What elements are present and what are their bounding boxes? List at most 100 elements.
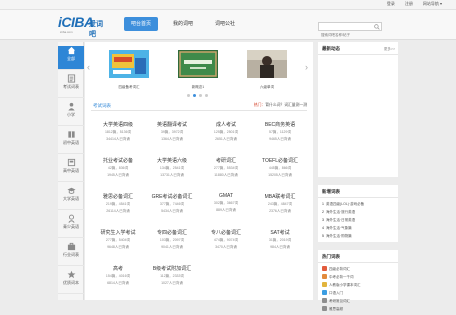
hotlist-item[interactable]: 四级必背词汇 <box>322 265 394 273</box>
card-meta: 6814人已背诵 <box>107 281 129 285</box>
wordlist-card[interactable]: 成人考试 125篇，2501词 2651人已背诵 <box>199 114 253 150</box>
card-meta: 9648人已背诵 <box>107 245 129 249</box>
nav-home[interactable]: 吧台首页 <box>124 17 159 31</box>
card-name: MBA联考词汇 <box>264 194 296 200</box>
sidebar-item-youth[interactable]: 青少英语 <box>58 214 84 238</box>
carousel-slide[interactable]: 四级备考词汇 <box>109 50 149 90</box>
sidebar-item-label: 大学英语 <box>63 196 79 201</box>
hotlist-item[interactable]: 人教版小学课本词汇 <box>322 281 394 289</box>
search-icon[interactable] <box>374 24 380 30</box>
carousel-dots <box>187 94 208 97</box>
card-name: 考研词汇 <box>215 158 236 164</box>
newlist-item[interactable]: 4 海外生活·气象篇 <box>322 224 394 232</box>
wordlist-card[interactable]: 研究生入学考试 277篇，5404词 9648人已背诵 <box>91 222 145 258</box>
wordlist-card[interactable]: 高考 154篇，4016词 6814人已背诵 <box>91 258 145 294</box>
card-meta: 984人已背诵 <box>270 245 290 249</box>
divider <box>318 242 398 250</box>
card-meta: 2376人已背诵 <box>269 209 291 213</box>
sidebar-item-all[interactable]: 全部 <box>58 46 84 70</box>
person-icon <box>67 102 75 111</box>
carousel-dot[interactable] <box>205 94 208 97</box>
newlist-item-text: 海外生活·气象篇 <box>326 226 352 230</box>
card-meta: 1364人已背诵 <box>161 137 183 141</box>
card-meta: 5434人已背诵 <box>161 209 183 213</box>
register-link[interactable]: 注册 <box>405 1 413 7</box>
wordlist-card[interactable]: 雅思必备词汇 219篇，4541词 26114人已背诵 <box>91 186 145 222</box>
site-logo[interactable]: iCIBA 爱词吧 iciba.com <box>58 14 106 38</box>
book-icon <box>67 158 75 167</box>
newlist-item-text: 海外生活·日常英语 <box>326 218 356 222</box>
sidebar-item-industry[interactable]: 行业词表 <box>58 242 84 266</box>
wordlist-card[interactable]: MBA联考词汇 243篇，4847词 2376人已背诵 <box>253 186 307 222</box>
wordlist-card[interactable]: B级考试附加词汇 112篇，2333词 1027人已背诵 <box>145 258 199 294</box>
card-meta: 11880人已背诵 <box>214 173 238 177</box>
carousel-dot[interactable] <box>199 94 202 97</box>
wordlist-card[interactable]: 专四必备词汇 103篇，2097词 9041人已背诵 <box>145 222 199 258</box>
card-meta: 243篇，4847词 <box>267 202 293 206</box>
sidebar-item-quality[interactable]: 优质词本 <box>58 270 84 294</box>
card-name: 大学英语四级 <box>102 122 133 128</box>
card-meta: 39篇，3972词 <box>160 130 184 134</box>
hotlist-item[interactable]: 考研常见词汇 <box>322 297 394 305</box>
newlist-item[interactable]: 5 海外生活·购物篇 <box>322 232 394 240</box>
carousel-dot[interactable] <box>187 94 190 97</box>
hotlist-item[interactable]: 口语入门 <box>322 289 394 297</box>
sidebar-item-junior[interactable]: 初中英语 <box>58 130 84 154</box>
hotlist-icon <box>322 306 327 311</box>
hotlist-item[interactable]: 雅思高频 <box>322 305 394 313</box>
carousel-dot-active[interactable] <box>193 94 196 97</box>
wordlist-card[interactable]: SAT考试 31篇，2019词 984人已背诵 <box>253 222 307 258</box>
sidebar-item-college[interactable]: 大学英语 <box>58 186 84 210</box>
sidebar-item-primary[interactable]: 小学 <box>58 102 84 126</box>
more-link[interactable]: 更多>> <box>384 47 395 52</box>
wordlist-card[interactable]: 专八必备词汇 474篇，9074词 3470人已背诵 <box>199 222 253 258</box>
top-bar: 登录 注册 网站导航 ▾ <box>0 0 456 10</box>
carousel-slide[interactable]: 新概念1 <box>178 50 218 90</box>
site-nav-link[interactable]: 网站导航 ▾ <box>423 1 442 7</box>
newlist-item[interactable]: 2 海外生活·旅行英语 <box>322 208 394 216</box>
wordlist-card[interactable]: 考研词汇 277篇，5534词 11880人已背诵 <box>199 150 253 186</box>
home-icon <box>67 46 75 55</box>
card-meta: 154篇，4016词 <box>105 274 131 278</box>
newlist-item[interactable]: 3 海外生活·日常英语 <box>322 216 394 224</box>
hot-text: 背什么词？词汇量测一测 <box>265 103 307 107</box>
wordlist-card[interactable]: BEC商务英语 57篇，1129词 9465人已背诵 <box>253 114 307 150</box>
nav-community[interactable]: 词吧公社 <box>208 17 242 31</box>
carousel-prev-arrow[interactable]: ‹ <box>87 62 93 72</box>
header: iCIBA 爱词吧 iciba.com 吧台首页 我的词吧 词吧公社 <box>0 10 456 40</box>
card-meta: 9465人已背诵 <box>269 137 291 141</box>
nav-my-ciba[interactable]: 我的词吧 <box>166 17 200 31</box>
sidebar-item-exam[interactable]: 考试词表 <box>58 74 84 98</box>
card-name: B级考试附加词汇 <box>152 266 192 272</box>
category-sidebar: 全部 考试词表 小学 初中英语 高中英语 大学英语 青少英语 行业词表 优质词本 <box>58 42 84 300</box>
hot-label: 热门： <box>253 103 266 107</box>
login-link[interactable]: 登录 <box>387 1 395 7</box>
slide-caption: 新概念1 <box>191 85 205 89</box>
search-input[interactable] <box>319 31 373 39</box>
hotlist-item-text: 雅思高频 <box>329 307 343 311</box>
wordlist-card[interactable]: GMAT 302篇，3667词 889人已背诵 <box>199 186 253 222</box>
wordlist-card[interactable]: 大学英语六级 134篇，2541词 13731人已背诵 <box>145 150 199 186</box>
book-icon <box>67 131 75 138</box>
slide-image <box>247 50 287 78</box>
card-name: 雅思必备词汇 <box>102 194 133 200</box>
main-nav: 吧台首页 我的词吧 词吧公社 <box>124 17 242 31</box>
wordlist-card[interactable]: GRE考试必备词汇 377篇，7446词 5434人已背诵 <box>145 186 199 222</box>
hot-link[interactable]: 热门：背什么词？词汇量测一测 <box>254 103 307 108</box>
hotlist-icon <box>322 274 327 279</box>
wordlist-card[interactable]: TOEFL必备词汇 445篇，866词 15205人已背诵 <box>253 150 307 186</box>
carousel-slide[interactable]: 六级单词 <box>247 50 287 90</box>
sidebar-item-senior[interactable]: 高中英语 <box>58 158 84 182</box>
carousel: ‹ 四级备考词汇 新概念1 六级单词 › <box>85 42 313 100</box>
wordlist-card[interactable]: 大学英语四级 1812篇，5136词 34414人已背诵 <box>91 114 145 150</box>
hotlist-item[interactable]: 中考必背一千词 <box>322 273 394 281</box>
card-name: 托业考试必备 <box>102 158 133 164</box>
sidebar-item-label: 行业词表 <box>63 252 79 257</box>
carousel-next-arrow[interactable]: › <box>305 62 311 72</box>
newlist-item[interactable]: 1 英语四级(LOL)·游戏必备 <box>322 200 394 208</box>
wordlist-card[interactable]: 托业考试必备 42篇，836词 1945人已背诵 <box>91 150 145 186</box>
wordlist-card[interactable]: 英语翻译考试 39篇，3972词 1364人已背诵 <box>145 114 199 150</box>
main-content: ‹ 四级备考词汇 新概念1 六级单词 › 考试词表 热门：背什么词？词汇量测一测… <box>85 42 313 300</box>
sidebar-item-label: 考试词表 <box>63 84 79 89</box>
sidebar-item-label: 高中英语 <box>63 168 79 173</box>
